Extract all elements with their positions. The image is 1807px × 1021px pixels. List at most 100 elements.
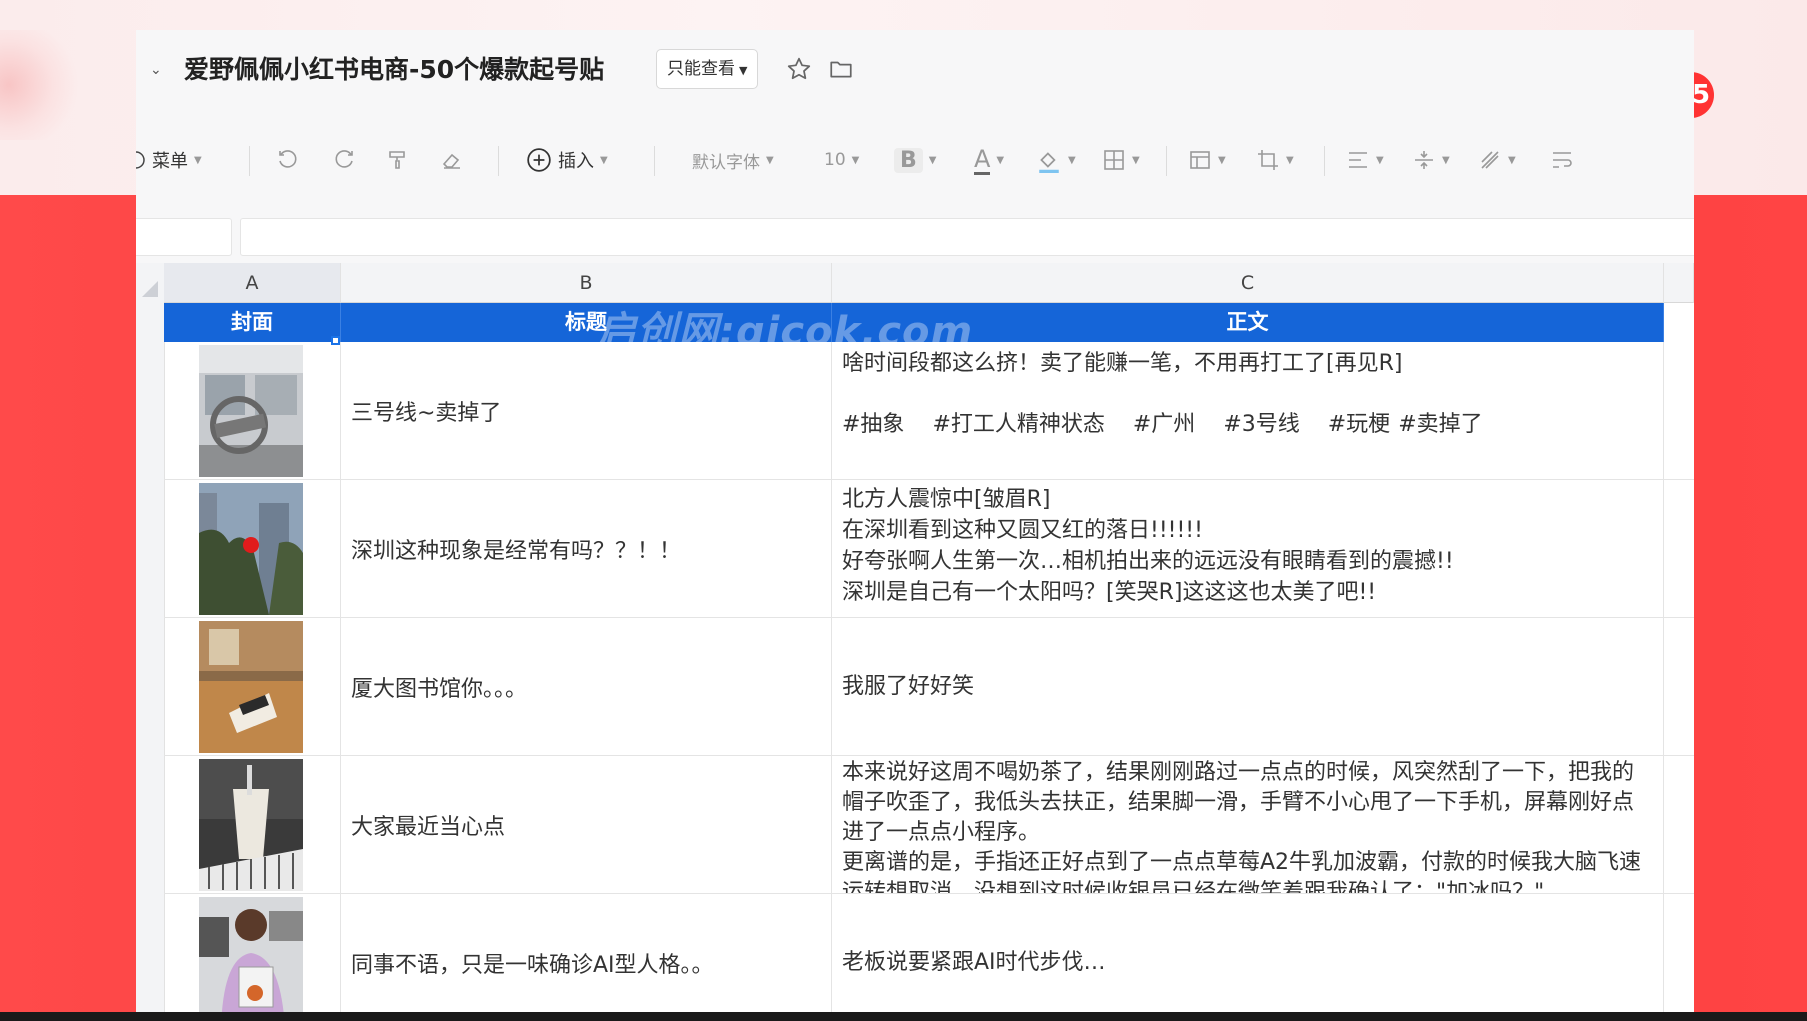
- tag: #玩梗: [1327, 412, 1391, 437]
- menu-button[interactable]: 菜单 ▼: [136, 140, 202, 180]
- chevron-down-icon: ▼: [1286, 154, 1294, 166]
- column-header-b[interactable]: B: [341, 263, 832, 303]
- permission-button[interactable]: 只能查看 ▼: [656, 49, 759, 89]
- body-cell[interactable]: 老板说要紧跟AI时代步伐…: [832, 894, 1664, 1012]
- title-cell[interactable]: 深圳这种现象是经常有吗？？！！: [341, 480, 832, 617]
- header-cell-cover[interactable]: 封面: [164, 303, 341, 342]
- title-cell[interactable]: 三号线~卖掉了: [341, 342, 832, 479]
- font-size-value: 10: [824, 150, 846, 170]
- toolbar-divider: [498, 146, 499, 176]
- cell-name-box[interactable]: [136, 218, 232, 256]
- document-title: 爱野佩佩小红书电商-50个爆款起号贴: [184, 55, 605, 84]
- border-button[interactable]: ▼: [1102, 140, 1140, 180]
- header-cell-title[interactable]: 标题: [341, 303, 832, 342]
- crop-icon: [1258, 150, 1278, 170]
- fill-color-button[interactable]: ▼: [1036, 140, 1076, 180]
- cover-thumbnail-library: [199, 621, 303, 753]
- wrap-text-button[interactable]: [1550, 140, 1574, 180]
- body-cell[interactable]: 北方人震惊中[皱眉R] 在深圳看到这种又圆又红的落日!!!!!! 好夸张啊人生第…: [832, 480, 1664, 617]
- merge-cells-button[interactable]: ▼: [1188, 140, 1226, 180]
- wrap-text-icon: [1553, 152, 1572, 168]
- chevron-down-icon: ▼: [1442, 154, 1450, 166]
- formula-input[interactable]: [240, 218, 1694, 256]
- tag: #3号线: [1223, 412, 1300, 437]
- column-header-d[interactable]: [1664, 263, 1694, 303]
- font-color-button[interactable]: A ▼: [974, 140, 1004, 180]
- cover-cell[interactable]: [164, 894, 341, 1012]
- font-family-value: 默认字体: [692, 152, 760, 173]
- header-cell-body[interactable]: 正文: [832, 303, 1664, 342]
- text-rotate-button[interactable]: ▼: [1478, 140, 1516, 180]
- eraser-icon[interactable]: [440, 140, 464, 180]
- format-painter-icon[interactable]: [386, 140, 410, 180]
- chevron-down-icon: ▼: [851, 154, 860, 166]
- cover-thumbnail-subway: [199, 345, 303, 477]
- cover-cell[interactable]: [164, 480, 341, 617]
- chevron-down-icon: ▼: [928, 154, 937, 166]
- body-line: 啥时间段都这么挤！卖了能赚一笔，不用再打工了[再见R]: [842, 351, 1403, 376]
- tag: #打工人精神状态: [932, 412, 1105, 437]
- body-cell[interactable]: 我服了好好笑: [832, 618, 1664, 755]
- toolbar-divider: [1166, 146, 1167, 176]
- background-bottom-bar: [0, 1012, 1807, 1021]
- vertical-align-button[interactable]: ▼: [1412, 140, 1450, 180]
- undo-icon[interactable]: [276, 140, 300, 180]
- insert-button[interactable]: 插入 ▼: [526, 140, 608, 180]
- star-icon[interactable]: [782, 52, 816, 86]
- cover-thumbnail-office: [199, 897, 303, 1012]
- plus-circle-icon: [527, 148, 551, 172]
- body-cell[interactable]: 本来说好这周不喝奶茶了，结果刚刚路过一点点的时候，风突然刮了一下，把我的帽子吹歪…: [832, 756, 1664, 893]
- title-bar: ⌄ 爱野佩佩小红书电商-50个爆款起号贴 只能查看 ▼: [136, 30, 1694, 110]
- horizontal-align-button[interactable]: ▼: [1346, 140, 1384, 180]
- toolbar-divider: [249, 146, 250, 176]
- paint-bucket-icon: [1039, 152, 1059, 173]
- font-family-select[interactable]: 默认字体 ▼: [692, 140, 774, 180]
- cover-cell[interactable]: [164, 756, 341, 893]
- table-row: 厦大图书馆你。。。 我服了好好笑: [164, 618, 1694, 756]
- table-row: 大家最近当心点 本来说好这周不喝奶茶了，结果刚刚路过一点点的时候，风突然刮了一下…: [164, 756, 1694, 894]
- table-row: 深圳这种现象是经常有吗？？！！ 北方人震惊中[皱眉R] 在深圳看到这种又圆又红的…: [164, 480, 1694, 618]
- tag: #卖掉了: [1398, 412, 1483, 437]
- merge-cells-icon: [1190, 151, 1210, 169]
- cover-thumbnail-sunset: [199, 483, 303, 615]
- cover-cell[interactable]: [164, 618, 341, 755]
- decorative-arrow: [0, 30, 90, 140]
- tag: #抽象: [842, 412, 905, 437]
- body-line: 我服了好好笑: [842, 674, 975, 699]
- bold-label: B: [894, 147, 923, 173]
- chevron-down-icon: ▼: [600, 154, 608, 166]
- bold-button[interactable]: B ▼: [894, 140, 936, 180]
- redo-icon[interactable]: [332, 140, 356, 180]
- body-cell[interactable]: 啥时间段都这么挤！卖了能赚一笔，不用再打工了[再见R] #抽象 #打工人精神状态 #…: [832, 342, 1664, 479]
- title-cell[interactable]: 厦大图书馆你。。。: [341, 618, 832, 755]
- insert-label: 插入: [558, 151, 594, 172]
- spreadsheet-app: ⌄ 爱野佩佩小红书电商-50个爆款起号贴 只能查看 ▼ 菜单 ▼ 插入 ▼ 默认…: [136, 30, 1694, 1012]
- cover-cell[interactable]: [164, 342, 341, 479]
- body-line: 更离谱的是，手指还正好点到了一点点草莓A2牛乳加波霸，付款的时候我大脑飞速运转想…: [842, 850, 1642, 893]
- row-header-strip: [136, 303, 165, 1012]
- select-all-corner[interactable]: [136, 263, 164, 303]
- chevron-down-icon: ▼: [194, 154, 202, 166]
- sheet-grid: A B C 封面 标题 正文 启创网:qicok.com 三号线~卖掉了 啥时间…: [136, 263, 1694, 1012]
- font-size-select[interactable]: 10 ▼: [824, 140, 859, 180]
- crop-button[interactable]: ▼: [1256, 140, 1294, 180]
- body-line: 在深圳看到这种又圆又红的落日!!!!!!: [842, 518, 1203, 543]
- title-cell[interactable]: 大家最近当心点: [341, 756, 832, 893]
- tag-list: #抽象 #打工人精神状态 #广州 #3号线 #玩梗 #卖掉了: [842, 409, 1653, 440]
- title-cell[interactable]: 同事不语，只是一味确诊AI型人格。。: [341, 894, 832, 1012]
- tag: #广州: [1132, 412, 1196, 437]
- folder-dropdown-icon[interactable]: ⌄: [150, 30, 162, 110]
- column-header-c[interactable]: C: [832, 263, 1664, 303]
- toolbar-divider: [654, 146, 655, 176]
- chevron-down-icon: ▼: [1132, 154, 1140, 166]
- folder-icon[interactable]: [824, 52, 858, 86]
- menu-label: 菜单: [152, 151, 188, 172]
- table-row: 三号线~卖掉了 啥时间段都这么挤！卖了能赚一笔，不用再打工了[再见R] #抽象 #…: [164, 342, 1694, 480]
- border-grid-icon: [1104, 150, 1124, 170]
- toolbar: 菜单 ▼ 插入 ▼ 默认字体 ▼ 10 ▼ B ▼ A ▼ ▼ ▼ ▼ ▼ ▼ …: [136, 110, 1694, 210]
- column-header-a[interactable]: A: [164, 263, 341, 303]
- chevron-down-icon: ▼: [766, 154, 774, 166]
- table-row: 同事不语，只是一味确诊AI型人格。。 老板说要紧跟AI时代步伐…: [164, 894, 1694, 1012]
- toolbar-divider: [1324, 146, 1325, 176]
- body-line: 北方人震惊中[皱眉R]: [842, 487, 1051, 512]
